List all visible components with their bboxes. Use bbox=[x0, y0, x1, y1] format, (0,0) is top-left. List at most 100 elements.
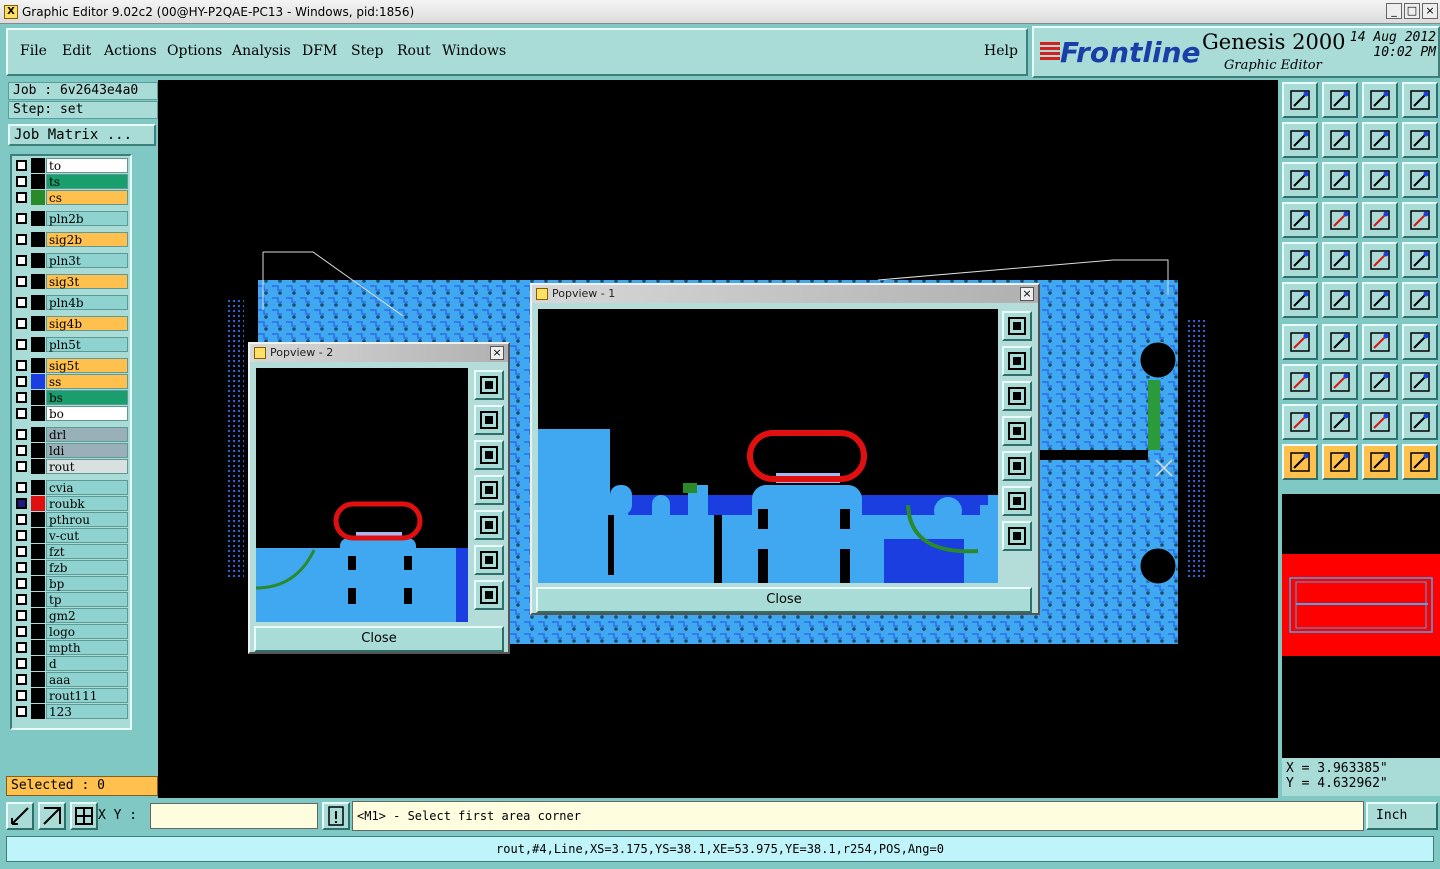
layer-color-swatch[interactable] bbox=[31, 459, 45, 474]
layer-name[interactable]: tp bbox=[46, 592, 128, 607]
layer-color-swatch[interactable] bbox=[31, 576, 45, 591]
layer-checkbox[interactable] bbox=[16, 429, 27, 440]
maximize-button[interactable]: □ bbox=[1404, 3, 1420, 19]
layer-color-swatch[interactable] bbox=[31, 174, 45, 189]
arrow-down-icon[interactable] bbox=[474, 440, 504, 470]
layer-name[interactable]: pthrou bbox=[46, 512, 128, 527]
popview-1-view[interactable] bbox=[538, 309, 998, 583]
center-icon[interactable] bbox=[1322, 162, 1358, 198]
arrow-right-icon[interactable] bbox=[474, 510, 504, 540]
layer-name[interactable]: cvia bbox=[46, 480, 128, 495]
popview-1-close-button[interactable]: Close bbox=[536, 587, 1032, 613]
layer-row-ss[interactable]: ss bbox=[14, 374, 130, 390]
bridge-icon[interactable] bbox=[1402, 404, 1438, 440]
layer-checkbox[interactable] bbox=[16, 276, 27, 287]
line-dot-icon[interactable] bbox=[1402, 282, 1438, 318]
menu-options[interactable]: Options bbox=[167, 43, 222, 59]
layer-name[interactable]: sig2b bbox=[46, 232, 128, 247]
menu-file[interactable]: File bbox=[20, 43, 47, 59]
layer-row-123[interactable]: 123 bbox=[14, 704, 130, 720]
layer-checkbox[interactable] bbox=[16, 255, 27, 266]
layer-color-swatch[interactable] bbox=[31, 512, 45, 527]
layer-row-to[interactable]: to bbox=[14, 158, 130, 174]
layer-row-logo[interactable]: logo bbox=[14, 624, 130, 640]
layer-row-drl[interactable]: drl bbox=[14, 427, 130, 443]
layer-name[interactable]: aaa bbox=[46, 672, 128, 687]
layer-color-swatch[interactable] bbox=[31, 443, 45, 458]
menu-windows[interactable]: Windows bbox=[442, 43, 506, 59]
layer-name[interactable]: pln2b bbox=[46, 211, 128, 226]
layer-name[interactable]: to bbox=[46, 158, 128, 173]
layer-checkbox[interactable] bbox=[16, 339, 27, 350]
layer-row-d[interactable]: d bbox=[14, 656, 130, 672]
pointer-diamond-icon[interactable] bbox=[1362, 444, 1398, 480]
arc-icon[interactable] bbox=[1362, 324, 1398, 360]
undo-icon[interactable] bbox=[1362, 122, 1398, 158]
layer-checkbox[interactable] bbox=[16, 234, 27, 245]
layer-name[interactable]: ss bbox=[46, 374, 128, 389]
layer-row-gm2[interactable]: gm2 bbox=[14, 608, 130, 624]
popview-1-close-icon[interactable]: × bbox=[1020, 287, 1034, 301]
arrow-down-icon[interactable] bbox=[1002, 381, 1032, 411]
layer-name[interactable]: fzt bbox=[46, 544, 128, 559]
arrow-right-icon[interactable] bbox=[1002, 451, 1032, 481]
layer-name[interactable]: bp bbox=[46, 576, 128, 591]
layer-color-swatch[interactable] bbox=[31, 406, 45, 421]
layer-color-swatch[interactable] bbox=[31, 158, 45, 173]
layer-color-swatch[interactable] bbox=[31, 211, 45, 226]
home-icon[interactable] bbox=[1362, 82, 1398, 118]
layer-checkbox[interactable] bbox=[16, 160, 27, 171]
layer-row-pln4b[interactable]: pln4b bbox=[14, 295, 130, 311]
minimize-button[interactable]: _ bbox=[1386, 3, 1402, 19]
layer-color-swatch[interactable] bbox=[31, 624, 45, 639]
angle-icon[interactable] bbox=[1282, 324, 1318, 360]
copy-icon[interactable] bbox=[1402, 364, 1438, 400]
popview-2-view[interactable] bbox=[256, 368, 468, 622]
zoom-area-icon[interactable] bbox=[6, 802, 34, 830]
popview-2-close-button[interactable]: Close bbox=[254, 626, 504, 652]
layer-name[interactable]: rout111 bbox=[46, 688, 128, 703]
layer-row-pln3t[interactable]: pln3t bbox=[14, 253, 130, 269]
draw-icon[interactable] bbox=[1322, 242, 1358, 278]
layer-name[interactable]: v-cut bbox=[46, 528, 128, 543]
menu-rout[interactable]: Rout bbox=[397, 43, 431, 59]
close-window-button[interactable]: × bbox=[1422, 3, 1438, 19]
layer-color-swatch[interactable] bbox=[31, 560, 45, 575]
dot-icon[interactable] bbox=[1402, 242, 1438, 278]
layer-row-roubk[interactable]: roubk bbox=[14, 496, 130, 512]
help-icon[interactable] bbox=[1402, 162, 1438, 198]
layer-name[interactable]: pln3t bbox=[46, 253, 128, 268]
layer-row-pthrou[interactable]: pthrou bbox=[14, 512, 130, 528]
layer-checkbox[interactable] bbox=[16, 297, 27, 308]
layer-row-sig3t[interactable]: sig3t bbox=[14, 274, 130, 290]
layer-row-rout[interactable]: rout bbox=[14, 459, 130, 475]
pointer-box-icon[interactable] bbox=[1322, 444, 1358, 480]
layer-name[interactable]: sig5t bbox=[46, 358, 128, 373]
pad-icon[interactable] bbox=[1282, 242, 1318, 278]
layer-name[interactable]: drl bbox=[46, 427, 128, 442]
layer-color-swatch[interactable] bbox=[31, 656, 45, 671]
measure-icon[interactable] bbox=[1282, 202, 1318, 238]
layer-name[interactable]: cs bbox=[46, 190, 128, 205]
layer-color-swatch[interactable] bbox=[31, 496, 45, 511]
layer-color-swatch[interactable] bbox=[31, 390, 45, 405]
layer-checkbox[interactable] bbox=[16, 578, 27, 589]
job-matrix-button[interactable]: Job Matrix ... bbox=[8, 124, 156, 146]
units-select[interactable]: Inch bbox=[1366, 802, 1438, 830]
layer-row-bs[interactable]: bs bbox=[14, 390, 130, 406]
layer-checkbox[interactable] bbox=[16, 213, 27, 224]
layer-name[interactable]: ldi bbox=[46, 443, 128, 458]
layer-color-swatch[interactable] bbox=[31, 337, 45, 352]
net-icon[interactable] bbox=[1362, 202, 1398, 238]
zoom-home-icon[interactable] bbox=[474, 370, 504, 400]
layer-name[interactable]: roubk bbox=[46, 496, 128, 511]
zoom-out-icon[interactable] bbox=[474, 545, 504, 575]
zoom-in-icon[interactable] bbox=[474, 580, 504, 610]
peak-icon[interactable] bbox=[1322, 404, 1358, 440]
layer-name[interactable]: pln5t bbox=[46, 337, 128, 352]
layer-color-swatch[interactable] bbox=[31, 704, 45, 719]
popview-1-titlebar[interactable]: Popview - 1 bbox=[532, 285, 1038, 303]
layer-checkbox[interactable] bbox=[16, 176, 27, 187]
layer-color-swatch[interactable] bbox=[31, 295, 45, 310]
arrow-left-icon[interactable] bbox=[1002, 416, 1032, 446]
